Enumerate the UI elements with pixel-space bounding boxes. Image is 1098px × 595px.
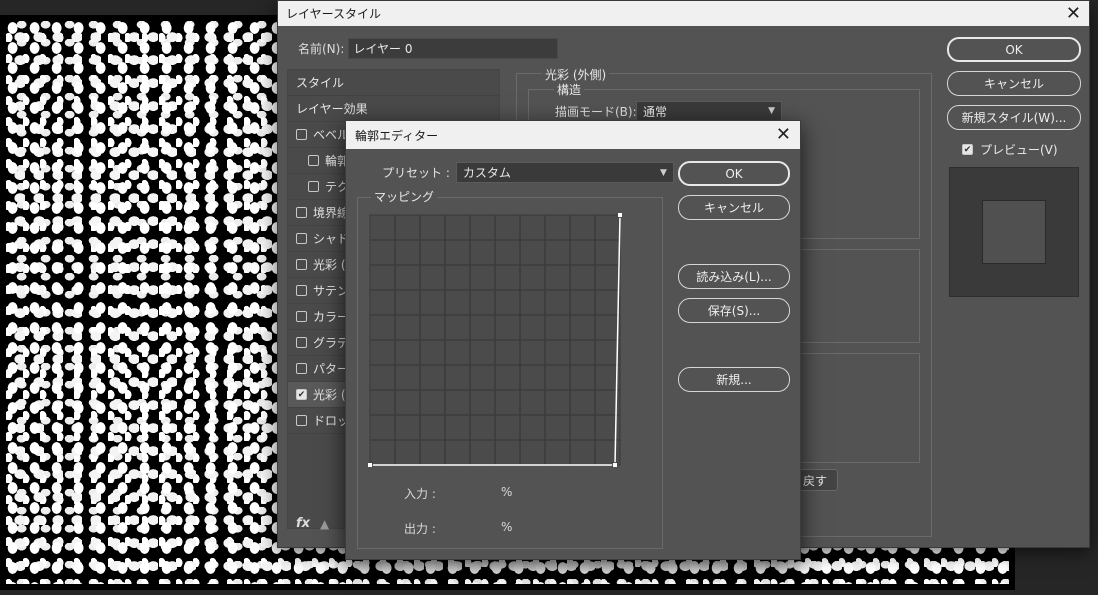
blend-mode-label: 描画モード(B): [555, 105, 637, 119]
chevron-down-icon: ▼ [659, 167, 667, 178]
mapping-title: マッピング [371, 188, 438, 205]
style-list-item-label: 光彩 ( [313, 388, 346, 402]
contour-editor-dialog: 輪郭エディター ✕ プリセット : カスタム ▼ マッピング 入力 : % 出力… [345, 120, 801, 560]
preview-checkbox[interactable]: ✔ [962, 144, 973, 155]
move-up-icon[interactable]: ▲ [320, 517, 329, 531]
layer-name-input[interactable]: レイヤー 0 [348, 38, 559, 59]
curve-control-point [617, 213, 622, 218]
contour-cancel-button[interactable]: キャンセル [678, 195, 790, 220]
structure-title: 構造 [554, 81, 585, 98]
style-preview [949, 167, 1079, 297]
layer-style-titlebar[interactable]: レイヤースタイル ✕ [278, 1, 1089, 26]
input-percent: % [501, 485, 513, 499]
chevron-down-icon: ▼ [768, 106, 775, 116]
style-list-item-label: サテン [313, 284, 350, 298]
output-percent: % [501, 520, 513, 534]
style-list-item-label: 境界線 [313, 206, 350, 220]
contour-editor-titlebar[interactable]: 輪郭エディター ✕ [346, 121, 800, 149]
curve-control-point [368, 462, 373, 467]
layer-name-row: 名前(N): レイヤー 0 [298, 38, 559, 59]
preview-swatch [982, 200, 1046, 264]
preset-row: プリセット : カスタム ▼ [382, 162, 674, 183]
preset-label: プリセット : [382, 166, 450, 180]
close-icon[interactable]: ✕ [1066, 4, 1081, 23]
style-list-item[interactable]: レイヤー効果 [288, 96, 499, 122]
contour-curve-graph[interactable] [368, 213, 622, 467]
style-list-header[interactable]: スタイル [288, 70, 499, 96]
blend-mode-select[interactable]: 通常 ▼ [636, 101, 782, 121]
style-checkbox[interactable] [296, 233, 307, 244]
layer-style-title: レイヤースタイル [286, 7, 382, 21]
style-checkbox[interactable] [296, 363, 307, 374]
preset-value: カスタム [462, 166, 511, 180]
reset-button-label: 戻す [802, 473, 827, 488]
layer-style-cancel-button[interactable]: キャンセル [947, 71, 1081, 96]
fx-toolbar: fx ▲ [296, 516, 329, 531]
style-checkbox[interactable]: ✔ [296, 389, 307, 400]
style-checkbox[interactable] [296, 415, 307, 426]
style-checkbox[interactable] [296, 337, 307, 348]
save-button[interactable]: 保存(S)... [678, 298, 790, 323]
output-label: 出力 : [404, 522, 436, 536]
preview-label: プレビュー(V) [980, 143, 1058, 157]
load-button[interactable]: 読み込み(L)... [678, 264, 790, 289]
style-checkbox[interactable] [296, 207, 307, 218]
blend-mode-value: 通常 [643, 104, 668, 119]
fx-icon[interactable]: fx [296, 516, 310, 531]
style-list-item-label: 光彩 (I [313, 258, 350, 272]
new-button[interactable]: 新規... [678, 367, 790, 392]
layer-style-ok-button[interactable]: OK [947, 37, 1081, 62]
style-checkbox[interactable] [308, 155, 319, 166]
close-icon[interactable]: ✕ [776, 126, 791, 144]
contour-ok-button[interactable]: OK [678, 161, 790, 186]
preset-select[interactable]: カスタム ▼ [455, 162, 674, 183]
preview-checkbox-row[interactable]: ✔ プレビュー(V) [962, 141, 1058, 158]
new-style-button[interactable]: 新規スタイル(W)... [947, 105, 1081, 130]
input-label: 入力 : [404, 487, 436, 501]
style-checkbox[interactable] [296, 311, 307, 322]
style-checkbox[interactable] [308, 181, 319, 192]
curve-control-point [612, 462, 618, 467]
style-checkbox[interactable] [296, 259, 307, 270]
style-checkbox[interactable] [296, 285, 307, 296]
name-label: 名前(N): [298, 42, 345, 56]
style-checkbox[interactable] [296, 129, 307, 140]
contour-editor-title: 輪郭エディター [355, 128, 439, 143]
style-list-item-label: レイヤー効果 [296, 102, 368, 116]
